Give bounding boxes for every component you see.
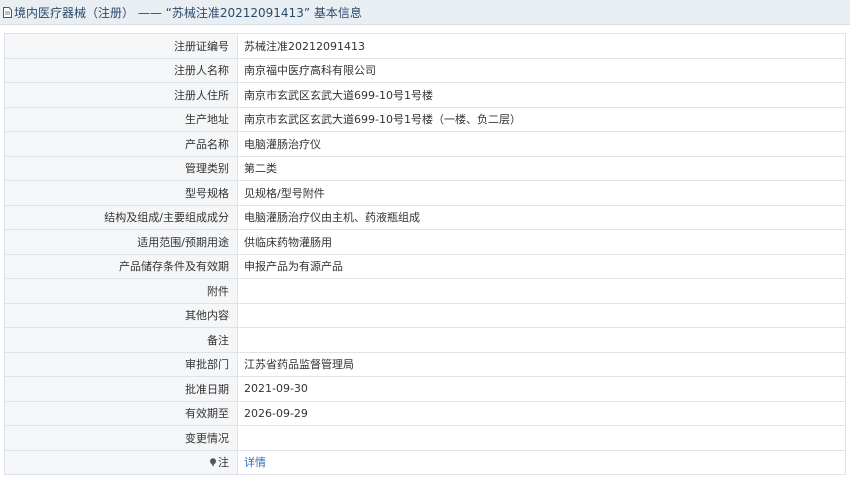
note-row: 注 详情 <box>4 449 846 475</box>
row-label: 型号规格 <box>4 180 238 206</box>
table-row: 有效期至 2026-09-29 <box>4 400 846 426</box>
table-row: 注册证编号 苏械注准20212091413 <box>4 33 846 59</box>
row-label: 产品名称 <box>4 131 238 157</box>
row-value: 南京福中医疗高科有限公司 <box>237 57 846 83</box>
row-label: 其他内容 <box>4 302 238 328</box>
row-label: 批准日期 <box>4 376 238 402</box>
pin-icon <box>210 458 216 468</box>
row-label: 变更情况 <box>4 425 238 451</box>
table-row: 生产地址 南京市玄武区玄武大道699-10号1号楼（一楼、负二层） <box>4 106 846 132</box>
row-value: 2021-09-30 <box>237 376 846 402</box>
row-value: 江苏省药品监督管理局 <box>237 351 846 377</box>
table-row: 型号规格 见规格/型号附件 <box>4 180 846 206</box>
table-row: 产品储存条件及有效期 申报产品为有源产品 <box>4 253 846 279</box>
row-value <box>237 425 846 451</box>
row-value: 电脑灌肠治疗仪由主机、药液瓶组成 <box>237 204 846 230</box>
row-value: 南京市玄武区玄武大道699-10号1号楼（一楼、负二层） <box>237 106 846 132</box>
row-value <box>237 302 846 328</box>
row-label: 结构及组成/主要组成成分 <box>4 204 238 230</box>
row-label: 管理类别 <box>4 155 238 181</box>
row-label: 备注 <box>4 327 238 353</box>
table-row: 审批部门 江苏省药品监督管理局 <box>4 351 846 377</box>
table-row: 结构及组成/主要组成成分 电脑灌肠治疗仪由主机、药液瓶组成 <box>4 204 846 230</box>
detail-link[interactable]: 详情 <box>244 456 266 469</box>
row-value <box>237 278 846 304</box>
table-row: 其他内容 <box>4 302 846 328</box>
row-value: 供临床药物灌肠用 <box>237 229 846 255</box>
page-header: 境内医疗器械（注册） —— “苏械注准20212091413” 基本信息 <box>0 0 850 25</box>
note-label-cell: 注 <box>4 449 238 475</box>
row-value: 南京市玄武区玄武大道699-10号1号楼 <box>237 82 846 108</box>
table-row: 批准日期 2021-09-30 <box>4 376 846 402</box>
row-label: 有效期至 <box>4 400 238 426</box>
table-row: 管理类别 第二类 <box>4 155 846 181</box>
table-row: 注册人名称 南京福中医疗高科有限公司 <box>4 57 846 83</box>
row-label: 注册人名称 <box>4 57 238 83</box>
row-value: 见规格/型号附件 <box>237 180 846 206</box>
row-label: 生产地址 <box>4 106 238 132</box>
row-value: 苏械注准20212091413 <box>237 33 846 59</box>
note-value-cell: 详情 <box>237 449 846 475</box>
page-title: 境内医疗器械（注册） —— “苏械注准20212091413” 基本信息 <box>14 5 362 20</box>
table-row: 注册人住所 南京市玄武区玄武大道699-10号1号楼 <box>4 82 846 108</box>
row-label: 适用范围/预期用途 <box>4 229 238 255</box>
document-icon <box>3 6 12 18</box>
table-row: 产品名称 电脑灌肠治疗仪 <box>4 131 846 157</box>
row-label: 审批部门 <box>4 351 238 377</box>
info-table: 注册证编号 苏械注准20212091413 注册人名称 南京福中医疗高科有限公司… <box>4 33 846 475</box>
row-value: 第二类 <box>237 155 846 181</box>
row-value: 2026-09-29 <box>237 400 846 426</box>
row-value: 电脑灌肠治疗仪 <box>237 131 846 157</box>
table-row: 适用范围/预期用途 供临床药物灌肠用 <box>4 229 846 255</box>
row-label: 注册证编号 <box>4 33 238 59</box>
row-label: 注册人住所 <box>4 82 238 108</box>
note-label: 注 <box>218 456 229 470</box>
row-label: 产品储存条件及有效期 <box>4 253 238 279</box>
table-row: 变更情况 <box>4 425 846 451</box>
row-label: 附件 <box>4 278 238 304</box>
row-value <box>237 327 846 353</box>
row-value: 申报产品为有源产品 <box>237 253 846 279</box>
table-row: 附件 <box>4 278 846 304</box>
table-row: 备注 <box>4 327 846 353</box>
